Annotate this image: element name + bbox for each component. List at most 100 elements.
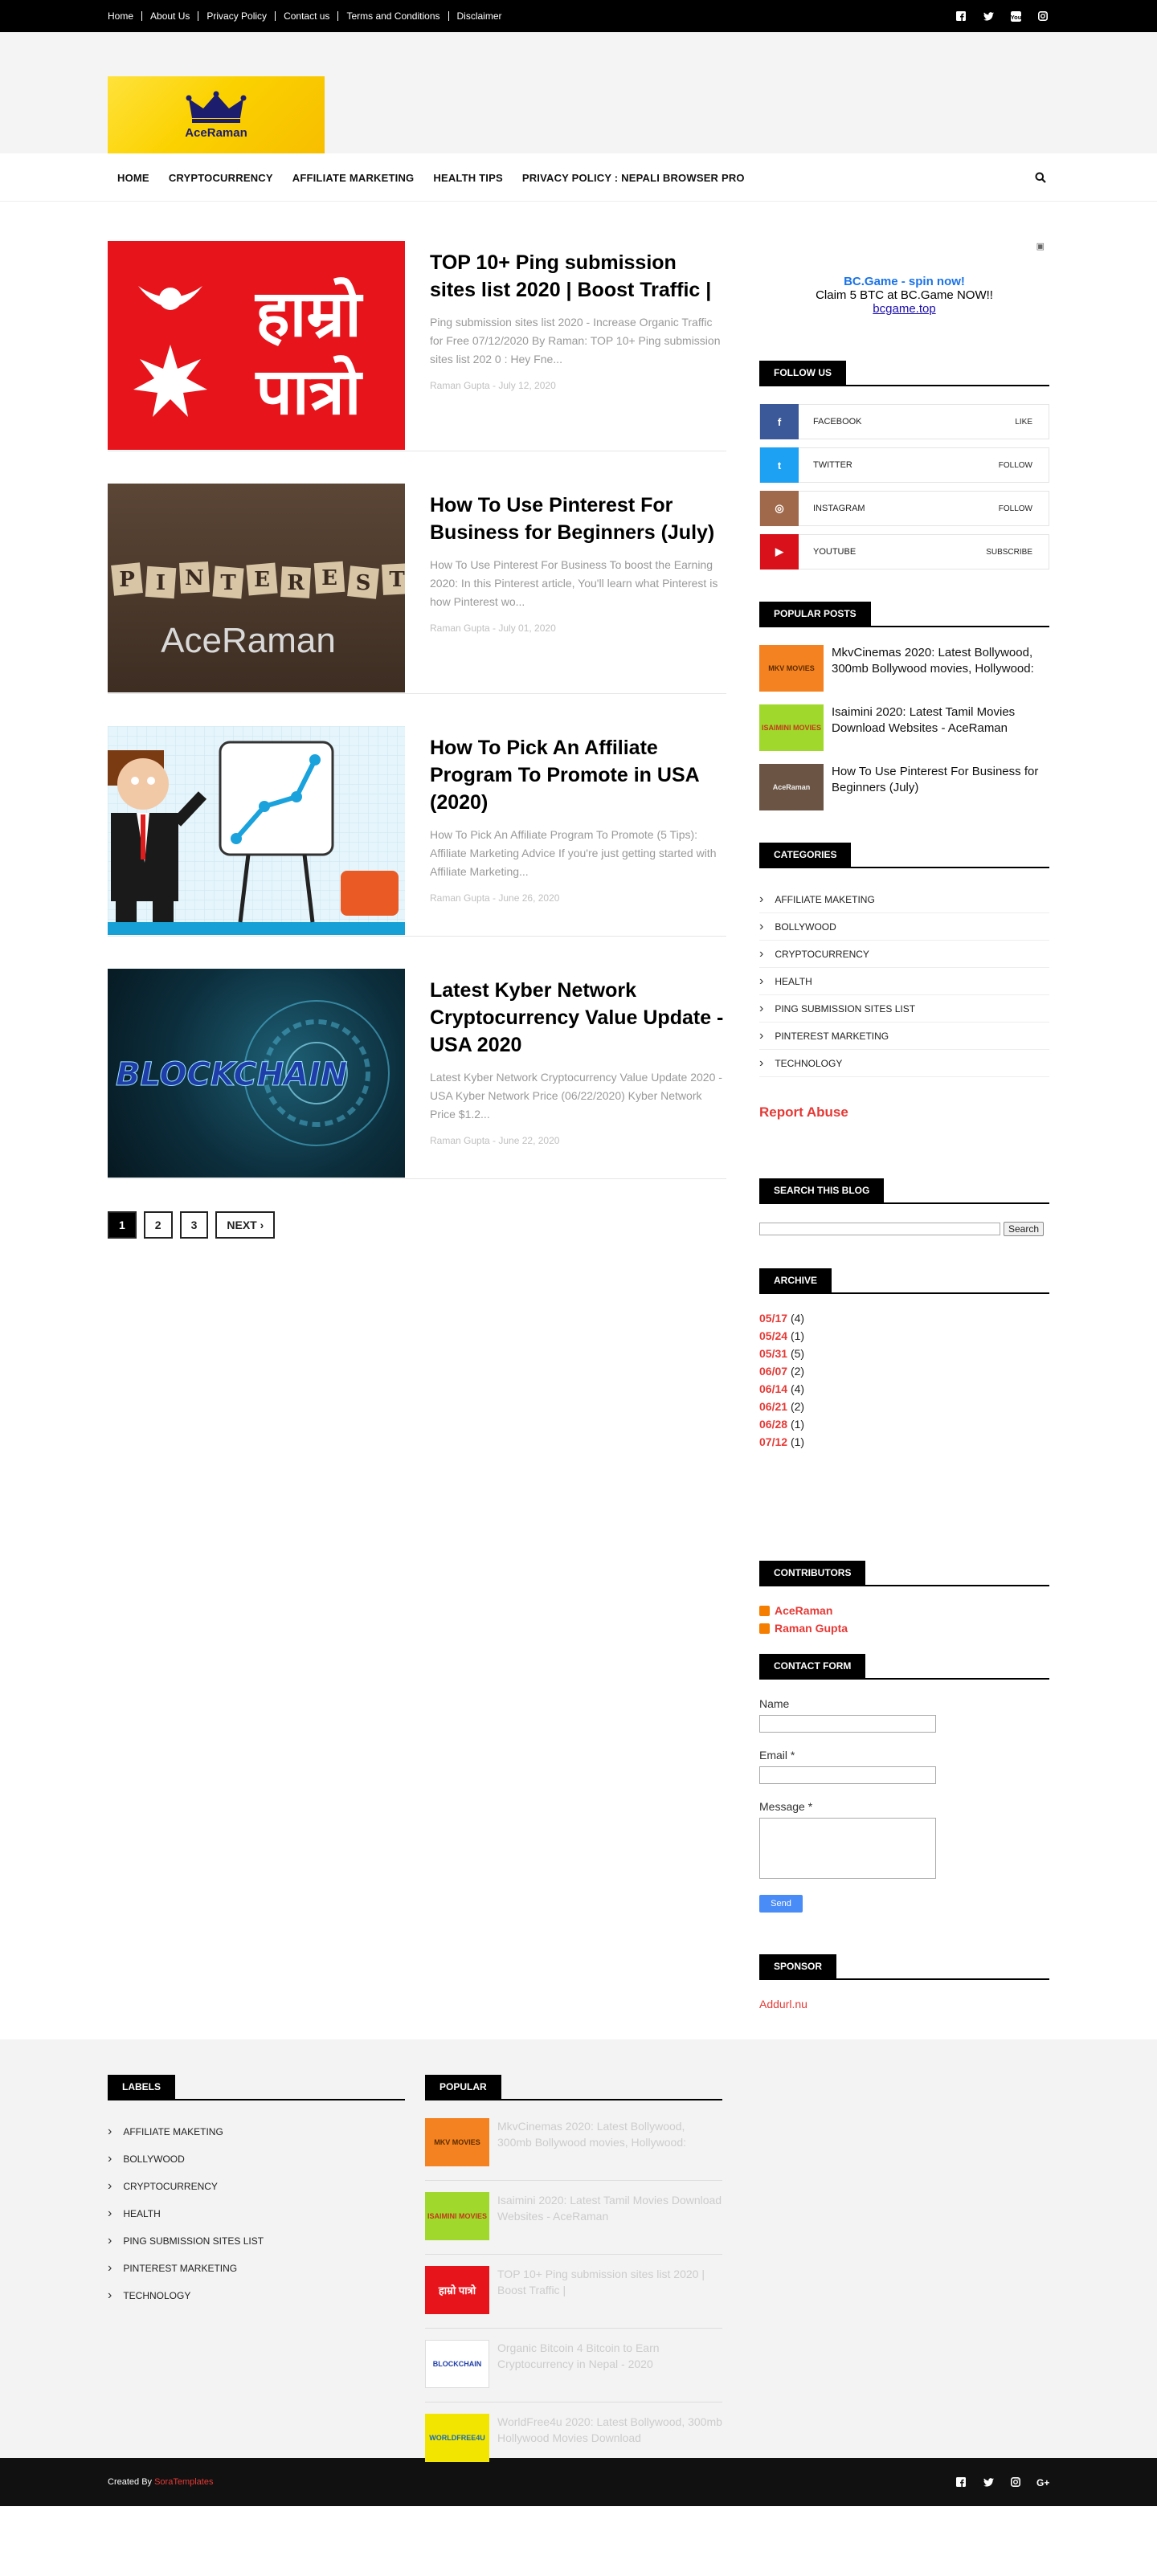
post-title[interactable]: Latest Kyber Network Cryptocurrency Valu…: [430, 977, 726, 1059]
bottom-bar: Created By SoraTemplates G+: [0, 2458, 1157, 2506]
toplink-contact[interactable]: Contact us: [275, 11, 337, 21]
footer-credit: Created By SoraTemplates: [108, 2477, 214, 2487]
popular-post-title[interactable]: Isaimini 2020: Latest Tamil Movies Downl…: [489, 2192, 722, 2243]
post-meta: Raman Gupta - June 22, 2020: [430, 1135, 560, 1146]
report-abuse-link[interactable]: Report Abuse: [759, 1104, 1049, 1121]
archive-item[interactable]: 06/14 (4): [759, 1382, 1049, 1395]
popular-post-title[interactable]: Isaimini 2020: Latest Tamil Movies Downl…: [824, 704, 1049, 751]
email-field[interactable]: [759, 1766, 936, 1784]
nav-item-affiliate-marketing[interactable]: AFFILIATE MARKETING: [283, 172, 424, 184]
archive-item[interactable]: 06/21 (2): [759, 1400, 1049, 1413]
name-field[interactable]: [759, 1715, 936, 1733]
ad-link[interactable]: bcgame.top: [759, 302, 1049, 316]
footer-popular-post[interactable]: हाम्रो पात्रो TOP 10+ Ping submission si…: [425, 2266, 722, 2329]
follow-label: FACEBOOK: [813, 417, 862, 427]
nav-item-privacy-policy[interactable]: PRIVACY POLICY : NEPALI BROWSER PRO: [513, 172, 754, 184]
page-2-button[interactable]: 2: [143, 1211, 173, 1239]
label-item[interactable]: AFFILIATE MAKETING: [108, 2118, 405, 2145]
message-field[interactable]: [759, 1818, 936, 1879]
label-item[interactable]: PING SUBMISSION SITES LIST: [108, 2227, 405, 2255]
instagram-icon[interactable]: [1036, 10, 1049, 22]
post-title[interactable]: How To Use Pinterest For Business for Be…: [430, 492, 726, 546]
popular-post[interactable]: ISAIMINI MOVIES Isaimini 2020: Latest Ta…: [759, 704, 1049, 751]
next-page-button[interactable]: NEXT ›: [215, 1211, 276, 1239]
twitter-icon[interactable]: [982, 2476, 995, 2488]
send-button[interactable]: Send: [759, 1895, 803, 1913]
archive-item[interactable]: 05/24 (1): [759, 1329, 1049, 1342]
toplink-home[interactable]: Home: [108, 11, 141, 21]
search-icon[interactable]: [1032, 169, 1049, 186]
label-item[interactable]: TECHNOLOGY: [108, 2282, 405, 2309]
blog-search-button[interactable]: Search: [1004, 1222, 1045, 1236]
popular-post-title[interactable]: Organic Bitcoin 4 Bitcoin to Earn Crypto…: [489, 2340, 722, 2390]
popular-post-title[interactable]: How To Use Pinterest For Business for Be…: [824, 764, 1049, 810]
contact-form-widget: CONTACT FORM Name Email * Message * Send: [759, 1654, 1049, 1913]
footer-popular-post[interactable]: MKV MOVIES MkvCinemas 2020: Latest Bolly…: [425, 2118, 722, 2181]
page-1-button[interactable]: 1: [108, 1211, 137, 1239]
nav-item-health-tips[interactable]: HEALTH TIPS: [423, 172, 512, 184]
post-list: हाम्रो पात्रो TOP 10+ Ping submission si…: [108, 241, 726, 2011]
google-plus-icon[interactable]: G+: [1036, 2476, 1049, 2488]
category-item[interactable]: CRYPTOCURRENCY: [759, 941, 1049, 968]
popular-post-thumbnail: MKV MOVIES: [425, 2118, 489, 2166]
footer-popular-post[interactable]: BLOCKCHAIN Organic Bitcoin 4 Bitcoin to …: [425, 2340, 722, 2402]
footer-popular-post[interactable]: ISAIMINI MOVIES Isaimini 2020: Latest Ta…: [425, 2192, 722, 2255]
follow-label: YOUTUBE: [813, 547, 857, 557]
category-item[interactable]: TECHNOLOGY: [759, 1050, 1049, 1077]
blog-search-input[interactable]: [759, 1223, 1000, 1235]
popular-post[interactable]: MKV MOVIES MkvCinemas 2020: Latest Bolly…: [759, 645, 1049, 692]
popular-post-title[interactable]: TOP 10+ Ping submission sites list 2020 …: [489, 2266, 722, 2317]
instagram-icon[interactable]: [1009, 2476, 1022, 2488]
label-item[interactable]: BOLLYWOOD: [108, 2145, 405, 2173]
toplink-about[interactable]: About Us: [141, 11, 198, 21]
label-item[interactable]: PINTEREST MARKETING: [108, 2255, 405, 2282]
sponsor-link[interactable]: Addurl.nu: [759, 1998, 1049, 2011]
category-item[interactable]: PING SUBMISSION SITES LIST: [759, 995, 1049, 1023]
site-logo[interactable]: AceRaman: [108, 76, 325, 153]
follow-twitter[interactable]: t TWITTER FOLLOW: [759, 447, 1049, 483]
popular-post-title[interactable]: MkvCinemas 2020: Latest Bollywood, 300mb…: [489, 2118, 722, 2169]
facebook-icon[interactable]: [955, 10, 967, 22]
post-title[interactable]: TOP 10+ Ping submission sites list 2020 …: [430, 249, 726, 304]
ad-title[interactable]: BC.Game - spin now!: [759, 275, 1049, 288]
label-item[interactable]: CRYPTOCURRENCY: [108, 2173, 405, 2200]
archive-item[interactable]: 06/07 (2): [759, 1365, 1049, 1378]
credit-link[interactable]: SoraTemplates: [154, 2477, 213, 2487]
category-item[interactable]: HEALTH: [759, 968, 1049, 995]
post-title[interactable]: How To Pick An Affiliate Program To Prom…: [430, 734, 726, 816]
post-thumbnail[interactable]: हाम्रो पात्रो: [108, 241, 405, 450]
post-meta: Raman Gupta - June 26, 2020: [430, 892, 560, 904]
page-3-button[interactable]: 3: [179, 1211, 209, 1239]
twitter-icon[interactable]: [982, 10, 995, 22]
facebook-icon[interactable]: [955, 2476, 967, 2488]
ad-info-icon[interactable]: ▣: [759, 241, 1049, 252]
follow-youtube[interactable]: ▶ YOUTUBE SUBSCRIBE: [759, 534, 1049, 569]
archive-item[interactable]: 07/12 (1): [759, 1435, 1049, 1448]
category-item[interactable]: PINTEREST MARKETING: [759, 1023, 1049, 1050]
archive-item[interactable]: 05/31 (5): [759, 1347, 1049, 1360]
toplink-terms[interactable]: Terms and Conditions: [337, 11, 448, 21]
contributor-link[interactable]: AceRaman: [759, 1604, 1049, 1617]
follow-action: LIKE: [1015, 417, 1032, 427]
toplink-disclaimer[interactable]: Disclaimer: [448, 11, 510, 21]
svg-text:R: R: [287, 571, 305, 595]
nav-item-home[interactable]: HOME: [108, 172, 159, 184]
follow-instagram[interactable]: ◎ INSTAGRAM FOLLOW: [759, 491, 1049, 526]
label-item[interactable]: HEALTH: [108, 2200, 405, 2227]
popular-post-title[interactable]: MkvCinemas 2020: Latest Bollywood, 300mb…: [824, 645, 1049, 692]
popular-post-thumbnail: ISAIMINI MOVIES: [759, 704, 824, 751]
category-item[interactable]: BOLLYWOOD: [759, 913, 1049, 941]
footer-popular: POPULAR MKV MOVIES MkvCinemas 2020: Late…: [425, 2075, 722, 2488]
nav-item-cryptocurrency[interactable]: CRYPTOCURRENCY: [159, 172, 283, 184]
follow-facebook[interactable]: f FACEBOOK LIKE: [759, 404, 1049, 439]
category-item[interactable]: AFFILIATE MAKETING: [759, 886, 1049, 913]
archive-item[interactable]: 06/28 (1): [759, 1418, 1049, 1431]
toplink-privacy[interactable]: Privacy Policy: [198, 11, 275, 21]
archive-item[interactable]: 05/17 (4): [759, 1312, 1049, 1325]
contributor-link[interactable]: Raman Gupta: [759, 1622, 1049, 1635]
youtube-icon[interactable]: You: [1009, 10, 1022, 22]
popular-post[interactable]: AceRaman How To Use Pinterest For Busine…: [759, 764, 1049, 810]
post-thumbnail[interactable]: [108, 726, 405, 935]
post-thumbnail[interactable]: BLOCKCHAIN: [108, 969, 405, 1178]
post-thumbnail[interactable]: P I N T E R E S T AceRaman: [108, 484, 405, 692]
